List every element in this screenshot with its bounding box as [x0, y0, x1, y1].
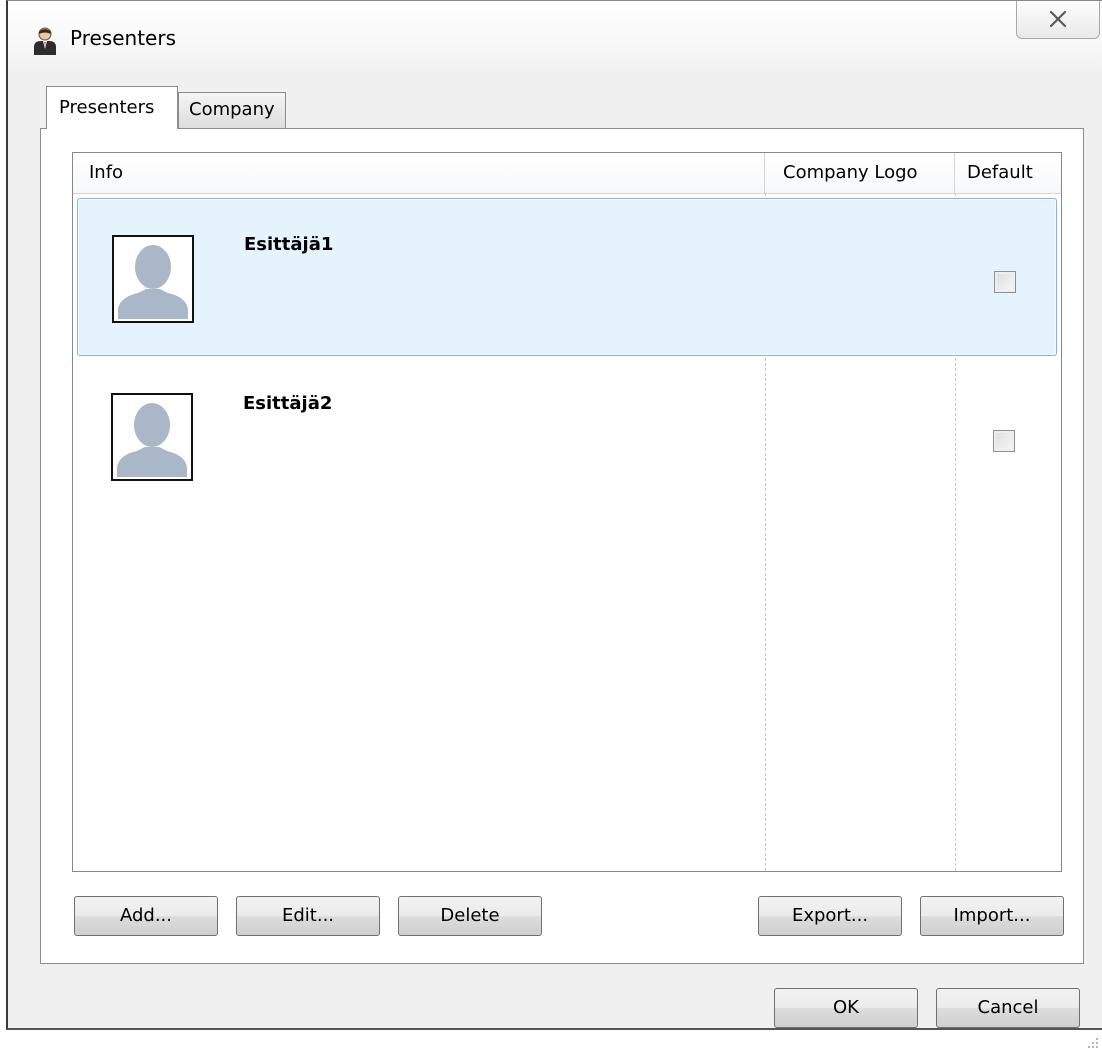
- tab-company[interactable]: Company: [178, 92, 286, 128]
- presenters-list[interactable]: Info Company Logo Default Esittäjä1 Esit…: [72, 152, 1062, 872]
- tab-presenters-label: Presenters: [59, 97, 155, 118]
- list-item[interactable]: Esittäjä1: [77, 198, 1057, 356]
- presenter-name: Esittäjä1: [244, 234, 334, 255]
- default-checkbox[interactable]: [994, 271, 1016, 293]
- tab-presenters[interactable]: Presenters: [46, 86, 178, 129]
- column-header-default[interactable]: Default: [955, 153, 1059, 193]
- window-title: Presenters: [70, 26, 176, 50]
- delete-button[interactable]: Delete: [398, 896, 542, 936]
- import-button[interactable]: Import...: [920, 896, 1064, 936]
- default-checkbox[interactable]: [993, 430, 1015, 452]
- close-icon: [1049, 10, 1067, 28]
- export-button[interactable]: Export...: [758, 896, 902, 936]
- add-button[interactable]: Add...: [74, 896, 218, 936]
- avatar: [111, 393, 193, 481]
- cancel-button[interactable]: Cancel: [936, 988, 1080, 1028]
- list-header: Info Company Logo Default: [73, 153, 1061, 194]
- presenter-icon: [32, 27, 58, 55]
- avatar: [112, 235, 194, 323]
- ok-button[interactable]: OK: [774, 988, 918, 1028]
- title-bar[interactable]: Presenters: [8, 1, 1102, 77]
- column-header-info[interactable]: Info: [73, 153, 765, 193]
- column-header-company-logo[interactable]: Company Logo: [765, 153, 955, 193]
- presenter-name: Esittäjä2: [243, 393, 333, 414]
- close-button[interactable]: [1016, 1, 1100, 39]
- person-placeholder-icon: [116, 239, 190, 319]
- edit-button[interactable]: Edit...: [236, 896, 380, 936]
- person-placeholder-icon: [115, 397, 189, 477]
- list-item[interactable]: Esittäjä2: [77, 359, 1057, 517]
- resize-grip-icon[interactable]: [1084, 1034, 1100, 1050]
- tab-company-label: Company: [189, 99, 275, 120]
